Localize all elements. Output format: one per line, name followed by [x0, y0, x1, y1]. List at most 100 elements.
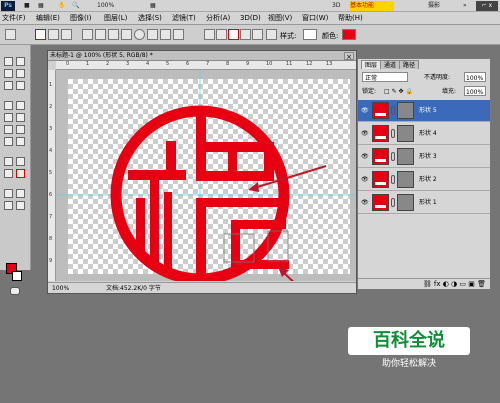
eye-icon[interactable]: 👁 — [361, 199, 369, 206]
exclude-shape-area-icon[interactable] — [252, 29, 263, 40]
menu-3d[interactable]: 3D(D) — [240, 13, 261, 24]
tool-preset-icon[interactable] — [5, 29, 16, 40]
ruler-left-tick: 1 — [49, 82, 53, 88]
tab-paths[interactable]: 路径 — [399, 60, 420, 69]
3d-orbit-icon[interactable] — [16, 189, 25, 198]
new-shape-area-icon[interactable] — [204, 29, 215, 40]
hand-tool-icon[interactable] — [4, 201, 13, 210]
status-zoom[interactable]: 100% — [52, 283, 69, 294]
blend-mode-select[interactable]: 正常 — [362, 72, 408, 82]
layer-row[interactable]: 👁 形状 3 — [358, 146, 490, 168]
healing-brush-icon[interactable] — [4, 101, 13, 110]
vector-mask-thumbnail[interactable] — [397, 148, 414, 165]
custom-shape-icon[interactable] — [173, 29, 184, 40]
tab-channels[interactable]: 通道 — [380, 60, 401, 69]
3d-rotate-icon[interactable] — [4, 189, 13, 198]
color-swatch[interactable] — [342, 29, 356, 40]
layer-row[interactable]: 👁 形状 2 — [358, 169, 490, 191]
hand-icon[interactable]: ✋ — [58, 1, 68, 11]
doc-info: 文档:452.2K/0 字节 — [106, 285, 161, 292]
dodge-tool-icon[interactable] — [16, 137, 25, 146]
menu-view[interactable]: 视图(V) — [268, 13, 292, 24]
canvas-area[interactable] — [56, 70, 356, 281]
opacity-input[interactable]: 100% — [464, 72, 486, 82]
tab-layers[interactable]: 图层 — [361, 60, 382, 69]
menu-select[interactable]: 选择(S) — [138, 13, 162, 24]
eye-icon[interactable]: 👁 — [361, 153, 369, 160]
lasso-tool-icon[interactable] — [4, 69, 13, 78]
menu-analysis[interactable]: 分析(A) — [206, 13, 230, 24]
vector-mask-thumbnail[interactable] — [397, 102, 414, 119]
menu-help[interactable]: 帮助(H) — [338, 13, 363, 24]
quick-select-icon[interactable] — [16, 69, 25, 78]
minibridge-icon[interactable]: ▦ — [38, 1, 48, 11]
shape-layers-icon[interactable] — [35, 29, 46, 40]
clone-stamp-icon[interactable] — [4, 113, 13, 122]
layer-row[interactable]: 👁 形状 4 — [358, 123, 490, 145]
rectangle-tool-icon[interactable] — [108, 29, 119, 40]
quick-mask-icon[interactable] — [10, 287, 20, 295]
menu-file[interactable]: 文件(F) — [2, 13, 26, 24]
essentials-button[interactable]: 基本功能 — [350, 1, 394, 11]
zoom-level[interactable]: 100% — [97, 1, 122, 11]
pen-tool-icon-box[interactable] — [4, 157, 13, 166]
close-icon[interactable]: × — [344, 52, 354, 61]
fu-seal-artwork[interactable] — [56, 70, 356, 281]
freeform-pen-icon[interactable] — [95, 29, 106, 40]
polygon-tool-icon[interactable] — [147, 29, 158, 40]
ruler-top-tick: 11 — [286, 61, 293, 67]
layer-row[interactable]: 👁 形状 5 — [358, 100, 490, 122]
gradient-icon[interactable] — [16, 125, 25, 134]
vector-mask-thumbnail[interactable] — [397, 171, 414, 188]
ruler-left-tick: 6 — [49, 192, 53, 198]
eye-icon[interactable]: 👁 — [361, 176, 369, 183]
background-color[interactable] — [12, 271, 22, 281]
type-tool-icon[interactable] — [16, 157, 25, 166]
bridge-icon[interactable]: ■ — [24, 1, 34, 11]
vector-mask-thumbnail[interactable] — [397, 125, 414, 142]
link-icon[interactable] — [266, 29, 277, 40]
link-icon — [391, 198, 395, 207]
blur-tool-icon[interactable] — [4, 137, 13, 146]
style-swatch[interactable] — [303, 29, 317, 40]
line-tool-icon[interactable] — [160, 29, 171, 40]
brush-tool-icon[interactable] — [16, 101, 25, 110]
fill-pixels-icon[interactable] — [61, 29, 72, 40]
vector-mask-thumbnail[interactable] — [397, 194, 414, 211]
grid-icon[interactable]: ▦ — [150, 1, 160, 11]
lock-icons[interactable]: □ ✎ ✥ 🔒 — [384, 86, 413, 97]
layer-row[interactable]: 👁 形状 1 — [358, 192, 490, 214]
ellipse-tool-icon[interactable] — [134, 29, 145, 40]
ruler-top-tick: 8 — [226, 61, 230, 67]
shape-tool-icon[interactable] — [16, 169, 25, 178]
paths-icon[interactable] — [48, 29, 59, 40]
zoom-tool-icon[interactable] — [16, 201, 25, 210]
marquee-tool-icon[interactable] — [16, 57, 25, 66]
pen-tool-icon[interactable] — [82, 29, 93, 40]
zoom-icon[interactable]: 🔍 — [72, 1, 82, 11]
menu-layer[interactable]: 图层(L) — [104, 13, 127, 24]
rounded-rect-icon[interactable] — [121, 29, 132, 40]
3d-button[interactable]: 3D — [332, 1, 344, 11]
move-tool-icon[interactable] — [4, 57, 13, 66]
menu-window[interactable]: 窗口(W) — [302, 13, 328, 24]
photography-workspace[interactable]: 摄影 — [428, 1, 444, 11]
menu-filter[interactable]: 滤镜(T) — [172, 13, 196, 24]
add-shape-area-icon[interactable] — [216, 29, 227, 40]
crop-tool-icon[interactable] — [4, 81, 13, 90]
menu-image[interactable]: 图像(I) — [70, 13, 92, 24]
fill-input[interactable]: 100% — [464, 86, 486, 96]
eraser-icon[interactable] — [4, 125, 13, 134]
path-select-icon[interactable] — [4, 169, 13, 178]
menu-edit[interactable]: 编辑(E) — [36, 13, 60, 24]
document-title[interactable]: 未标题-1 @ 100% (形状 5, RGB/8) * — [48, 51, 356, 61]
eyedropper-icon[interactable] — [16, 81, 25, 90]
subtract-shape-area-icon[interactable] — [228, 29, 239, 40]
window-controls[interactable]: ⌐ x — [476, 1, 498, 11]
more-icon[interactable]: » — [463, 1, 473, 11]
intersect-shape-area-icon[interactable] — [240, 29, 251, 40]
eye-icon[interactable]: 👁 — [361, 130, 369, 137]
eye-icon[interactable]: 👁 — [361, 107, 369, 114]
history-brush-icon[interactable] — [16, 113, 25, 122]
layers-footer-icons[interactable]: ⛓ fx ◐ ◑ ▭ ▣ 🗑 — [358, 278, 490, 289]
